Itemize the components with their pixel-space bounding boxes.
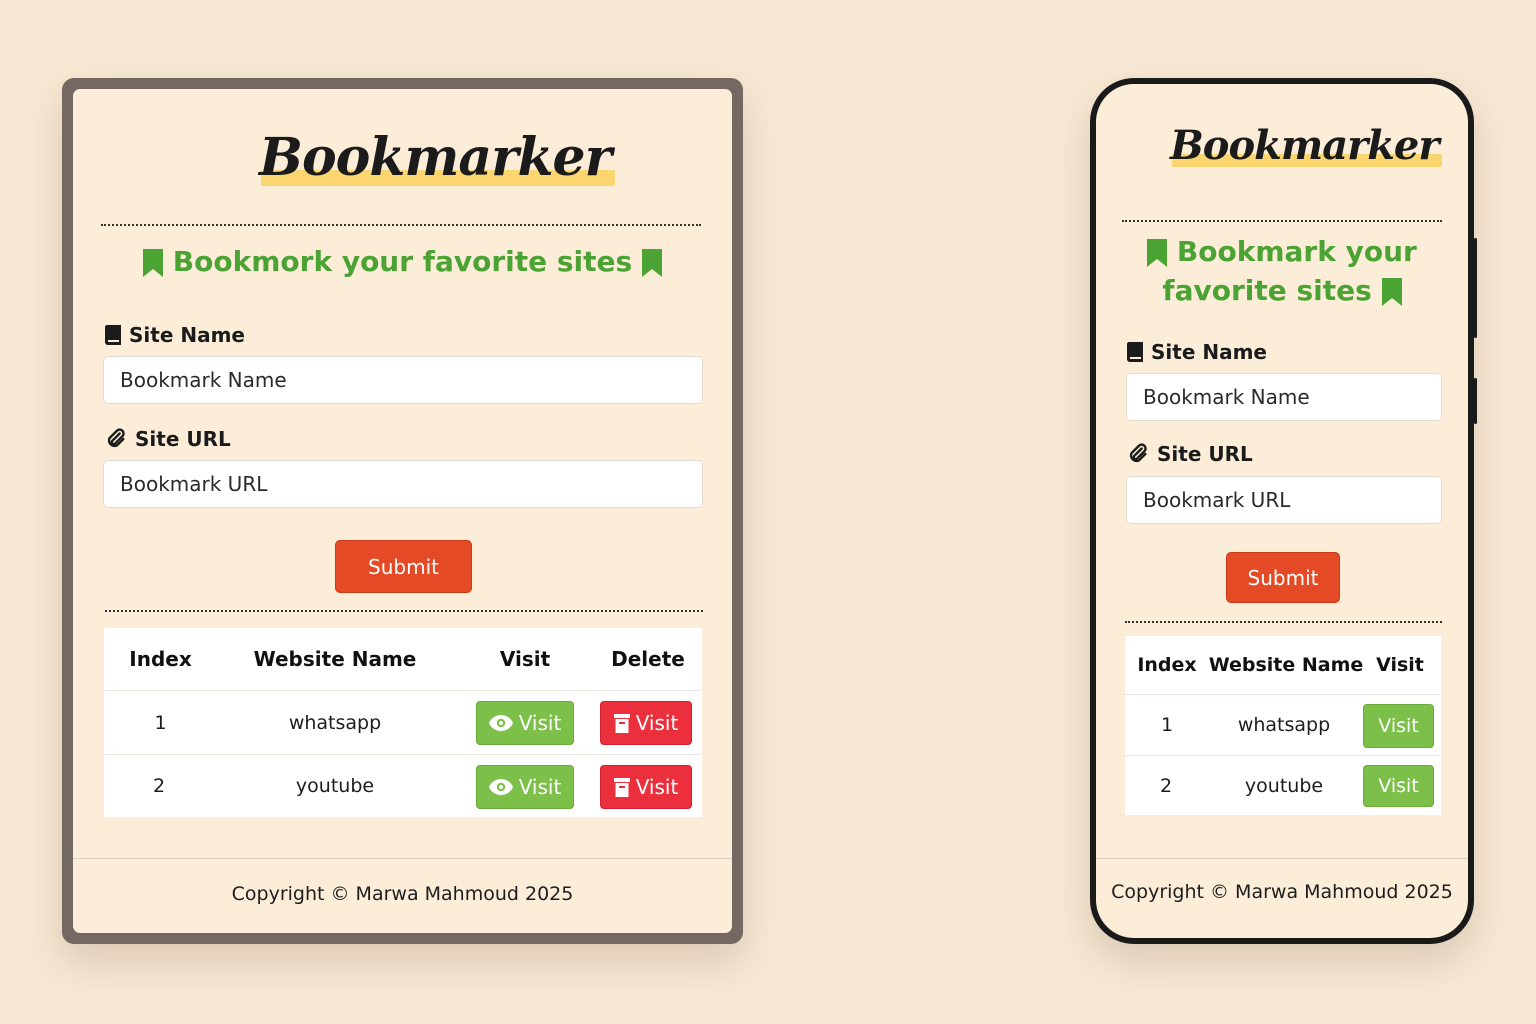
header-divider <box>1122 220 1442 222</box>
table-cell-name: whatsapp <box>288 711 382 734</box>
table-header-website: Website Name <box>253 647 417 671</box>
app-logo: Bookmarker <box>259 127 615 188</box>
site-name-input[interactable] <box>103 356 703 404</box>
visit-button[interactable]: Visit <box>1363 704 1434 748</box>
site-url-input[interactable] <box>103 460 703 508</box>
eye-icon <box>488 715 513 731</box>
trash-icon <box>613 778 630 797</box>
paperclip-icon <box>107 428 125 448</box>
delete-button[interactable]: Visit <box>600 765 692 809</box>
tablet-frame: Bookmarker Bookmork your favorite sites … <box>62 78 743 944</box>
footer-divider <box>1096 858 1468 859</box>
bookmarks-table: Index Website Name Visit 1 whatsapp Visi… <box>1125 636 1441 815</box>
table-cell-index: 1 <box>154 711 167 734</box>
visit-button[interactable]: Visit <box>476 765 574 809</box>
footer-copyright: Copyright © Marwa Mahmoud 2025 <box>231 883 574 905</box>
bookmark-icon <box>1381 278 1402 306</box>
submit-button[interactable]: Submit <box>335 540 472 593</box>
footer-divider <box>73 858 732 859</box>
header-divider <box>101 224 701 226</box>
site-name-input[interactable] <box>1126 373 1442 421</box>
table-header-visit: Visit <box>499 647 551 671</box>
table-cell-index: 1 <box>1160 714 1174 736</box>
visit-button[interactable]: Visit <box>1363 765 1434 807</box>
table-cell-name: whatsapp <box>1237 714 1331 736</box>
phone-frame: Bookmarker Bookmark your favorite sites … <box>1090 78 1477 944</box>
table-header-delete: Delete <box>611 647 685 671</box>
paperclip-icon <box>1129 443 1147 463</box>
page-subtitle: Bookmork your favorite sites <box>73 245 732 278</box>
book-icon <box>105 325 121 345</box>
app-logo: Bookmarker <box>1170 122 1443 169</box>
table-cell-index: 2 <box>1159 774 1173 797</box>
table-cell-name: youtube <box>1244 774 1324 797</box>
phone-side-button <box>1474 378 1477 424</box>
visit-button[interactable]: Visit <box>476 701 574 745</box>
tablet-screen: Bookmarker Bookmork your favorite sites … <box>73 89 732 933</box>
table-header-index: Index <box>129 647 192 671</box>
page-subtitle: Bookmark your favorite sites <box>1096 232 1468 310</box>
site-name-label: Site Name <box>105 323 245 347</box>
book-icon <box>1127 342 1143 362</box>
trash-icon <box>613 714 630 733</box>
bookmark-icon <box>143 249 164 277</box>
table-header-visit: Visit <box>1376 654 1424 676</box>
table-cell-name: youtube <box>295 775 375 797</box>
site-url-label: Site URL <box>105 427 231 451</box>
bookmarks-table: Index Website Name Visit Delete 1 whatsa… <box>104 628 702 817</box>
delete-button[interactable]: Visit <box>600 701 692 745</box>
site-name-label: Site Name <box>1127 340 1267 364</box>
table-header-index: Index <box>1137 654 1197 676</box>
form-divider <box>1125 621 1442 623</box>
site-url-input[interactable] <box>1126 476 1442 524</box>
table-cell-index: 2 <box>152 775 166 797</box>
phone-screen: Bookmarker Bookmark your favorite sites … <box>1096 84 1468 938</box>
footer-copyright: Copyright © Marwa Mahmoud 2025 <box>1111 881 1453 903</box>
phone-side-button <box>1474 238 1477 338</box>
bookmark-icon <box>1147 239 1168 267</box>
bookmark-icon <box>641 249 662 277</box>
eye-icon <box>488 779 513 795</box>
site-url-label: Site URL <box>1127 442 1253 466</box>
form-divider <box>105 610 703 612</box>
submit-button[interactable]: Submit <box>1226 552 1340 603</box>
table-header-website: Website Name <box>1208 654 1364 676</box>
